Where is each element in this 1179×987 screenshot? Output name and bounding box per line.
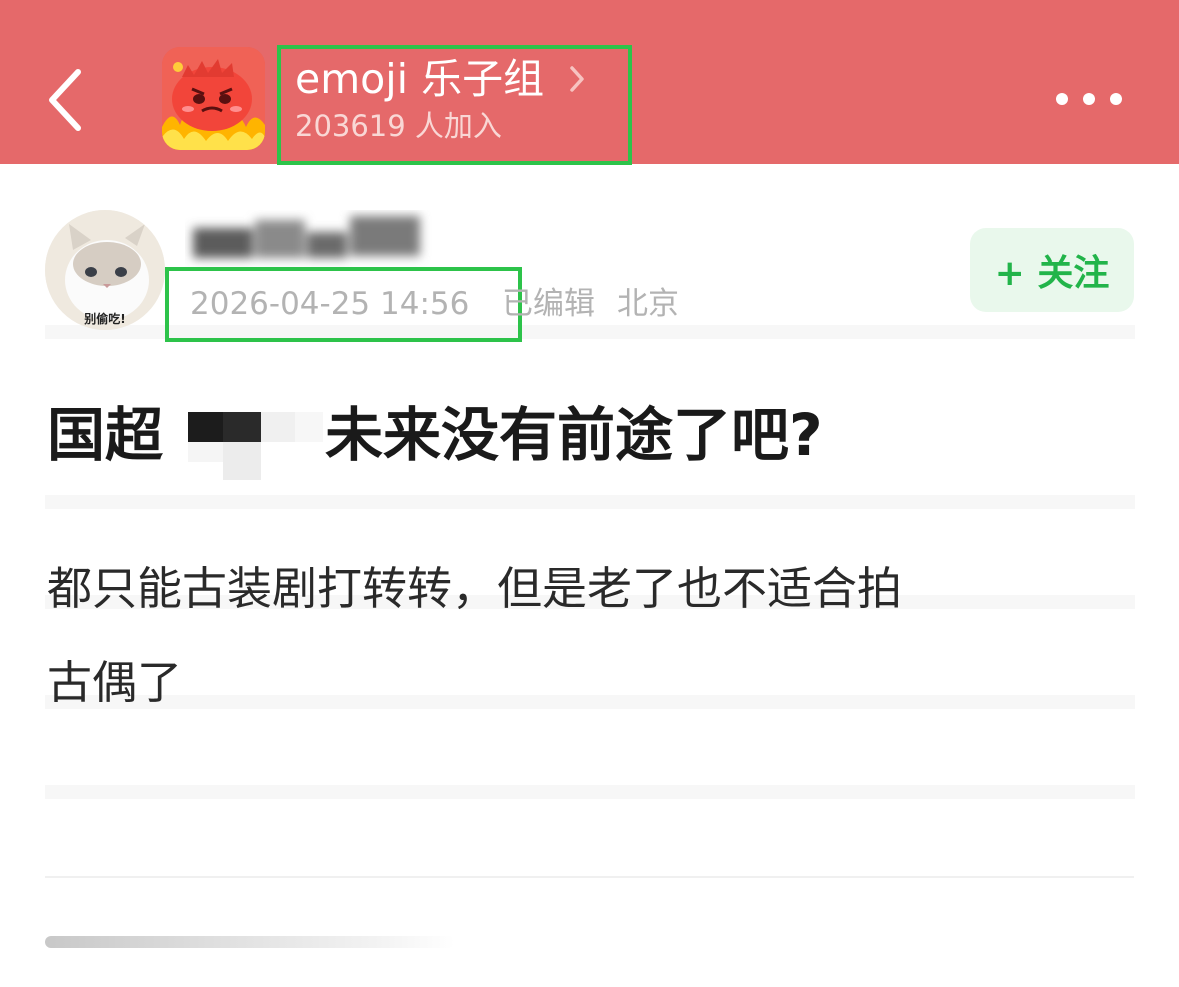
more-button[interactable]: [1052, 84, 1126, 114]
cat-avatar-icon: 别偷吃!: [45, 210, 165, 330]
title-redacted-mosaic: [188, 412, 323, 480]
follow-button[interactable]: + 关注: [970, 228, 1134, 312]
edited-label: 已编辑: [502, 286, 595, 322]
blurred-content-bar: [45, 936, 455, 948]
post-title-end: 未来没有前途了吧?: [325, 401, 823, 469]
post-body-line-1: 都只能古装剧打转转，但是老了也不适合拍: [47, 562, 903, 615]
svg-text:别偷吃!: 别偷吃!: [83, 311, 125, 326]
post-title-start: 国超: [47, 401, 164, 469]
group-name[interactable]: emoji 乐子组: [295, 52, 544, 106]
post-detail-screen: emoji 乐子组 203619 人加入 别偷吃! 2026-04-25 14:…: [0, 0, 1179, 987]
post-body-line-2: 古偶了: [47, 656, 183, 709]
more-dots-icon: [1056, 93, 1122, 105]
author-avatar[interactable]: 别偷吃!: [45, 210, 165, 330]
author-name-redacted[interactable]: [185, 210, 435, 272]
chevron-left-icon: [49, 69, 81, 131]
back-button[interactable]: [40, 62, 100, 138]
chevron-right-icon[interactable]: [566, 62, 588, 96]
divider: [45, 876, 1134, 878]
group-header: emoji 乐子组 203619 人加入: [0, 0, 1179, 165]
post-time: 2026-04-25 14:56: [190, 286, 470, 322]
member-count: 203619 人加入: [295, 109, 502, 143]
fire-monster-icon: [162, 47, 265, 150]
location-label: 北京: [617, 286, 679, 322]
group-avatar[interactable]: [162, 47, 265, 150]
